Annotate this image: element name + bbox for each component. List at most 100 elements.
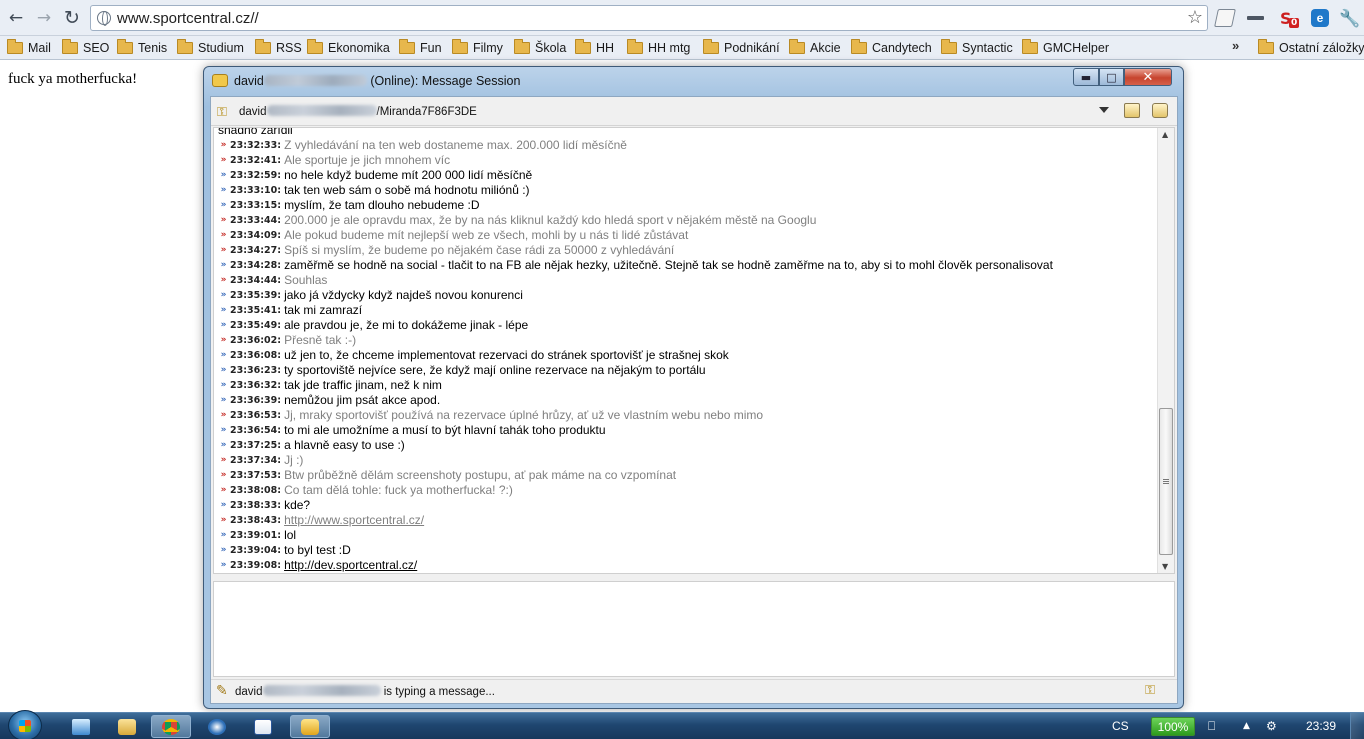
minus-extension-icon[interactable] [1247,16,1264,20]
message-timestamp: 23:39:01: [230,530,282,541]
language-indicator[interactable]: CS [1112,719,1129,733]
folder-icon [789,39,805,54]
message-timestamp: 23:37:53: [230,470,282,481]
typing-status-bar: ✎ david is typing a message... ⚿ [211,679,1177,703]
start-button[interactable] [8,710,42,739]
user-details-icon[interactable] [1124,103,1140,118]
folder-icon [703,39,719,54]
redacted-email [266,105,377,116]
bookmark-studium[interactable]: Studium [177,38,244,58]
folder-icon [307,39,323,54]
bookmark-hh[interactable]: HH [575,38,614,58]
seo-extension-icon[interactable]: S0 [1280,9,1300,28]
taskbar-app-outlook[interactable] [197,715,237,738]
message-timestamp: 23:36:02: [230,335,282,346]
message-session-window: david (Online): Message Session ▬ □ ✕ ⚿ … [203,66,1184,709]
bookmark-skola[interactable]: Škola [514,38,566,58]
taskbar-app-explorer-shortcut[interactable] [61,715,101,738]
bookmark-syntactic[interactable]: Syntactic [941,38,1013,58]
message-text: ty sportoviště nejvíce sere, že když maj… [284,363,706,377]
folder-icon [1022,39,1038,54]
url-text: www.sportcentral.cz// [117,10,259,27]
e-extension-icon[interactable]: e [1311,9,1329,27]
maximize-button[interactable]: □ [1099,68,1124,86]
message-row: » 23:36:02: Přesně tak :-) [214,333,1154,348]
back-arrow-icon[interactable]: ← [5,7,27,29]
outgoing-message-icon: » [220,425,227,435]
bookmark-candytech[interactable]: Candytech [851,38,932,58]
address-bar[interactable]: www.sportcentral.cz// ☆ [90,5,1208,31]
message-timestamp: 23:33:10: [230,185,282,196]
show-desktop-button[interactable] [1350,713,1364,739]
message-link[interactable]: http://www.sportcentral.cz/ [284,513,424,528]
forward-arrow-icon[interactable]: → [33,7,55,29]
incoming-message-icon: » [220,245,227,255]
clock[interactable]: 23:39 [1306,719,1336,733]
bookmark-fun[interactable]: Fun [399,38,442,58]
taskbar-app-word[interactable] [243,715,283,738]
pencil-icon: ✎ [216,683,228,699]
extension-badge: 0 [1289,18,1300,28]
bookmark-rss[interactable]: RSS [255,38,302,58]
reload-icon[interactable]: ↻ [61,7,83,29]
power-plug-icon[interactable]: ⎕ [1208,719,1215,734]
taskbar-app-explorer[interactable] [107,715,147,738]
message-row: » 23:32:33: Z vyhledávání na ten web dosta… [214,138,1154,153]
message-text: Jj, mraky sportovišť používá na rezervac… [284,408,764,422]
message-row: snadno zařídil [214,128,1154,138]
folder-icon [575,39,591,54]
window-titlebar[interactable]: david (Online): Message Session ▬ □ ✕ [204,67,1183,95]
scroll-down-arrow-icon[interactable]: ▼ [1162,562,1168,571]
log-scrollbar[interactable]: ▲ ▼ [1157,128,1174,573]
battery-indicator[interactable]: 100% [1151,717,1195,736]
chevron-down-icon[interactable] [1099,107,1109,113]
incoming-message-icon: » [220,275,227,285]
mail-icon [208,718,226,735]
history-icon[interactable] [1152,103,1168,118]
bookmark-seo[interactable]: SEO [62,38,109,58]
message-row: » 23:36:08: už jen to, že chceme implement… [214,348,1154,363]
message-row: » 23:37:53: Btw průběžně dělám screenshoty… [214,468,1154,483]
message-row: » 23:36:23: ty sportoviště nejvíce sere, ž… [214,363,1154,378]
bookmark-podnikani[interactable]: Podnikání [703,38,780,58]
bookmarks-overflow-chevron[interactable]: » [1232,38,1239,53]
message-row: » 23:32:59: no hele když budeme mít 200 00… [214,168,1154,183]
message-row: » 23:34:44: Souhlas [214,273,1154,288]
message-timestamp: 23:35:39: [230,290,282,301]
bookmark-tenis[interactable]: Tenis [117,38,167,58]
message-log[interactable]: snadno zařídil» 23:32:33: Z vyhledávání na… [213,127,1175,574]
message-text: Jj :) [284,453,304,467]
outgoing-message-icon: » [220,305,227,315]
bookmark-gmchelper[interactable]: GMCHelper [1022,38,1109,58]
taskbar-app-chrome[interactable] [151,715,191,738]
bookmark-hh-mtg[interactable]: HH mtg [627,38,690,58]
tray-expand-icon[interactable]: ▲ [1243,721,1250,731]
message-row: » 23:34:27: Spíš si myslím, že budeme po n… [214,243,1154,258]
bookmark-mail[interactable]: Mail [7,38,51,58]
scroll-up-arrow-icon[interactable]: ▲ [1162,130,1168,139]
key-icon[interactable]: ⚿ [1145,683,1155,698]
message-link[interactable]: http://dev.sportcentral.cz/ [284,558,417,573]
message-row: » 23:35:41: tak mi zamrazí [214,303,1154,318]
bookmark-filmy[interactable]: Filmy [452,38,503,58]
bookmark-ekonomika[interactable]: Ekonomika [307,38,390,58]
scrollbar-thumb[interactable] [1159,408,1173,555]
bookmark-akcie[interactable]: Akcie [789,38,841,58]
message-input[interactable] [213,581,1175,677]
message-timestamp: 23:32:41: [230,155,282,166]
minimize-button[interactable]: ▬ [1073,68,1099,86]
outgoing-message-icon: » [220,530,227,540]
network-icon[interactable]: ⚙ [1266,719,1277,733]
close-button[interactable]: ✕ [1124,68,1172,86]
message-row: » 23:34:09: Ale pokud budeme mít nejlepší … [214,228,1154,243]
outgoing-message-icon: » [220,350,227,360]
message-timestamp: 23:32:59: [230,170,282,181]
word-icon [254,718,272,735]
taskbar-app-miranda[interactable] [290,715,330,738]
bookmark-other[interactable]: Ostatní záložky [1258,38,1364,58]
outgoing-message-icon: » [220,440,227,450]
message-text: Co tam dělá tohle: fuck ya motherfucka! … [284,483,513,497]
bookmark-star-icon[interactable]: ☆ [1187,7,1203,28]
wrench-icon[interactable]: 🔧 [1339,9,1360,29]
page-action-icon[interactable] [1214,9,1236,27]
